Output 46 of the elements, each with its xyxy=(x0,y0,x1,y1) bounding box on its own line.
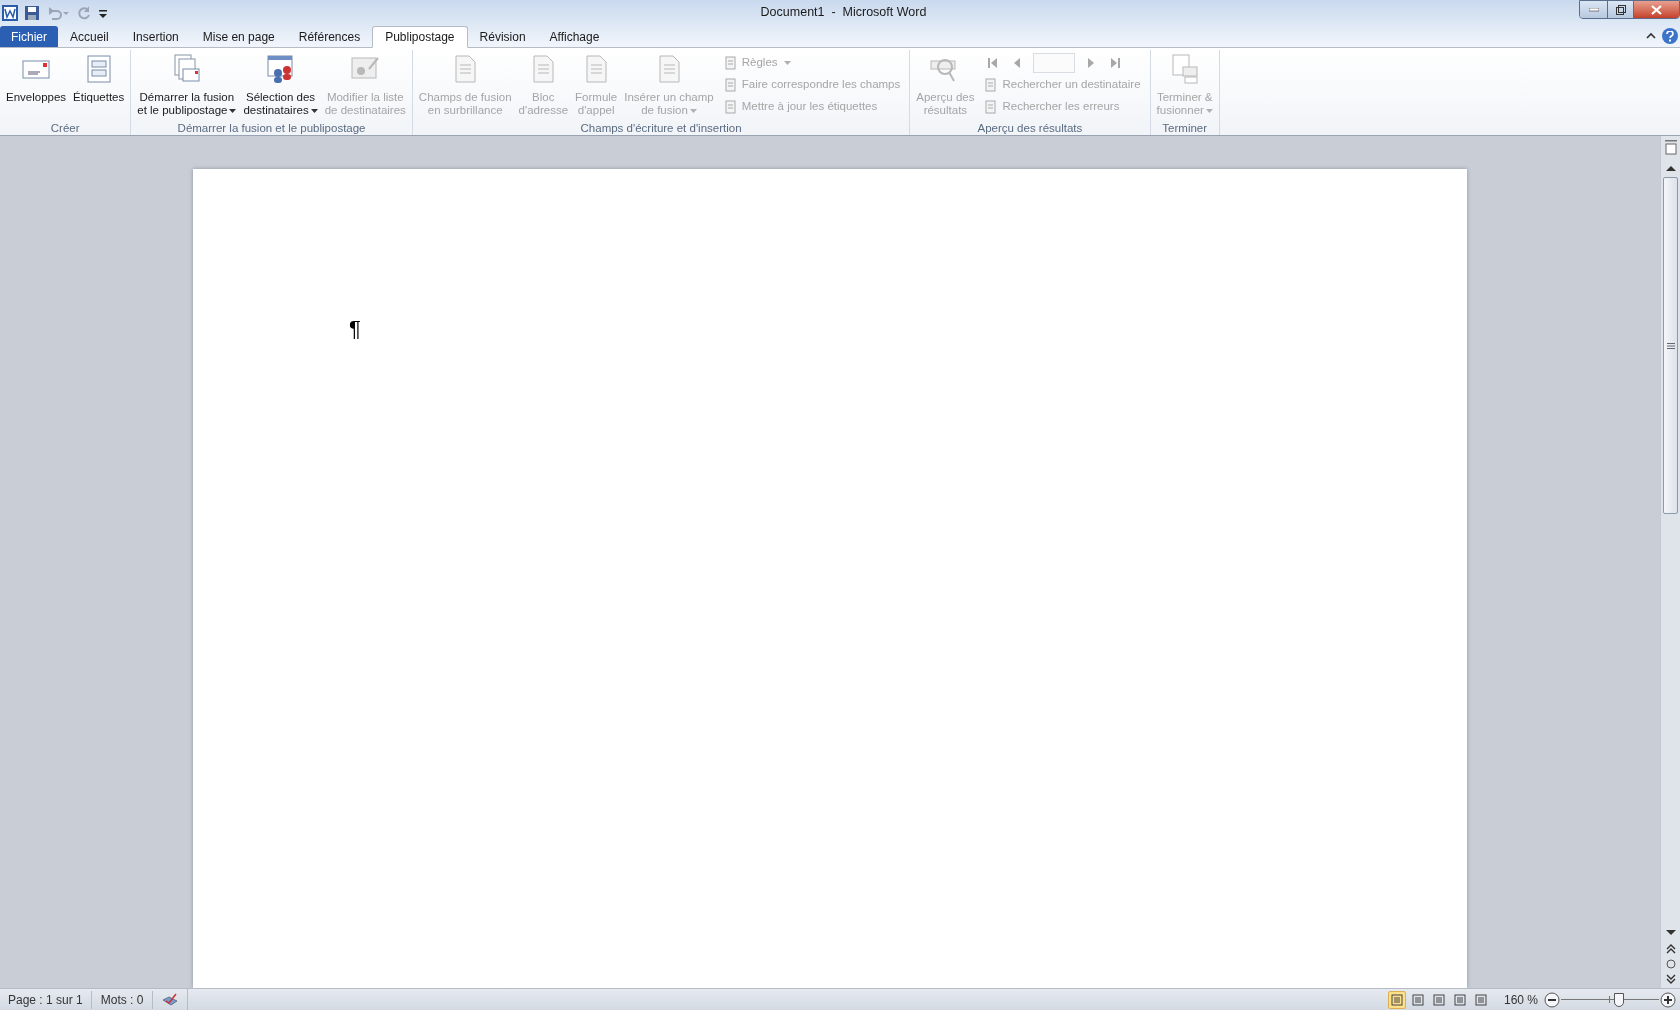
ribbon-tab[interactable]: Mise en page xyxy=(190,26,287,48)
help-icon[interactable] xyxy=(1662,28,1678,44)
ribbon-button[interactable]: Enveloppes xyxy=(3,50,70,122)
close-button[interactable] xyxy=(1633,1,1679,18)
ribbon-button[interactable]: Étiquettes xyxy=(70,50,128,122)
ribbon-tab[interactable]: Accueil xyxy=(58,26,121,48)
save-icon[interactable] xyxy=(24,4,40,21)
document-icon xyxy=(984,100,999,114)
vertical-scrollbar[interactable] xyxy=(1660,136,1680,988)
group-label: Terminer xyxy=(1161,122,1209,135)
ribbon-tab[interactable]: Affichage xyxy=(537,26,612,48)
zoom-level[interactable]: 160 % xyxy=(1497,990,1544,1009)
ribbon-button[interactable]: Sélection des destinataires xyxy=(240,50,321,122)
zoom-out-icon[interactable] xyxy=(1544,991,1560,1008)
group-label: Démarrer la fusion et le publipostage xyxy=(176,122,367,135)
ribbon-tab[interactable]: Publipostage xyxy=(372,26,468,48)
word-logo-icon[interactable] xyxy=(2,4,18,21)
ribbon-tab[interactable]: Références xyxy=(286,26,373,48)
file-tab[interactable]: Fichier xyxy=(0,26,58,47)
minimize-icon xyxy=(1588,7,1599,12)
collapse-ribbon-icon[interactable] xyxy=(1646,32,1656,40)
restore-button[interactable] xyxy=(1607,1,1633,18)
ribbon-tab[interactable]: Révision xyxy=(467,26,538,48)
group-label: Aperçu des résultats xyxy=(976,122,1084,135)
browse-object-icon[interactable] xyxy=(1665,959,1676,969)
group-label: Créer xyxy=(49,122,81,135)
previous-page-icon[interactable] xyxy=(1665,944,1676,954)
zoom-slider[interactable] xyxy=(1561,991,1659,1008)
zoom-slider-thumb[interactable] xyxy=(1613,992,1624,1007)
page-count[interactable]: Page : 1 sur 1 xyxy=(0,990,92,1009)
group-label: Champs d'écriture et d'insertion xyxy=(579,122,743,135)
ribbon-button[interactable]: Démarrer la fusion et le publipostage xyxy=(134,50,240,122)
word-count[interactable]: Mots : 0 xyxy=(91,990,154,1009)
scroll-thumb[interactable] xyxy=(1663,177,1678,514)
window-title: Document1 - Microsoft Word xyxy=(760,4,927,22)
paragraph-mark: ¶ xyxy=(349,317,361,341)
scroll-down-icon[interactable] xyxy=(1665,930,1676,936)
ruler-toggle-icon[interactable] xyxy=(1663,139,1678,157)
close-icon xyxy=(1651,4,1662,15)
zoom-in-icon[interactable] xyxy=(1660,991,1676,1008)
document-icon xyxy=(984,78,999,92)
proofing-icon[interactable] xyxy=(161,991,180,1008)
next-page-icon[interactable] xyxy=(1665,974,1676,984)
ribbon-tab[interactable]: Insertion xyxy=(120,26,191,48)
restore-icon xyxy=(1615,4,1626,15)
scroll-up-icon[interactable] xyxy=(1665,165,1676,171)
